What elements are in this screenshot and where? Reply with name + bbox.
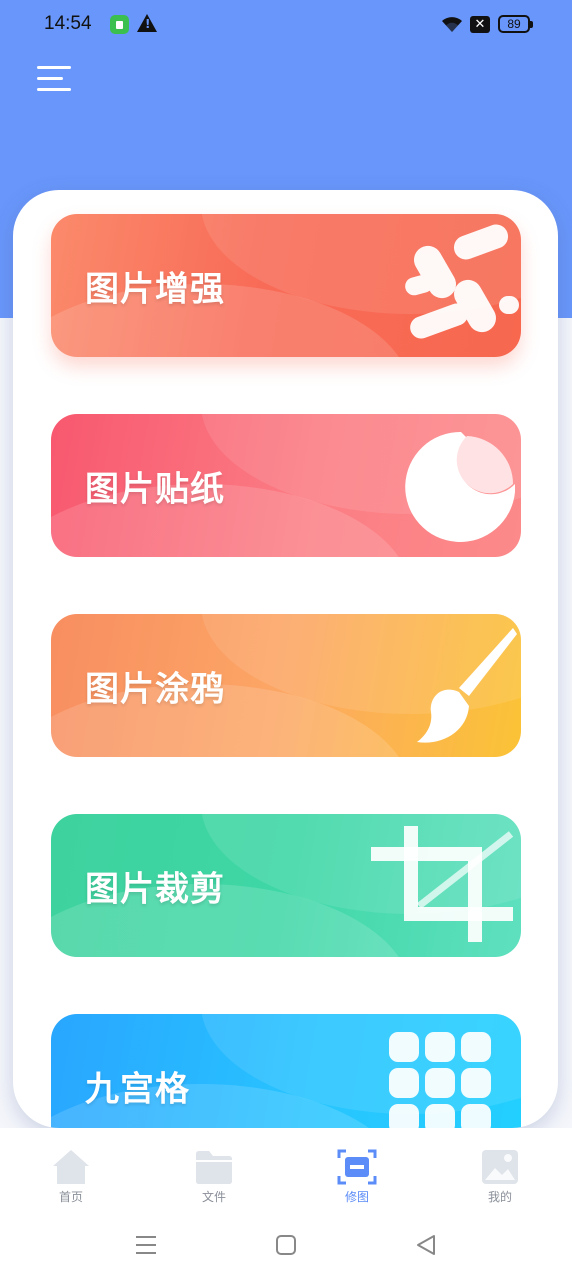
nav-home[interactable]: 首页 (21, 1128, 121, 1208)
nav-profile[interactable]: 我的 (450, 1128, 550, 1208)
nav-edit[interactable]: 修图 (307, 1128, 407, 1208)
nav-files[interactable]: 文件 (164, 1128, 264, 1208)
image-profile-icon (482, 1150, 518, 1184)
status-time: 14:54 (44, 13, 92, 34)
nav-label: 修图 (344, 1190, 369, 1204)
feature-ninegrid-button[interactable]: 九宫格 (51, 1014, 521, 1128)
wifi-icon (442, 17, 462, 32)
feature-label: 图片增强 (85, 269, 225, 309)
app-notification-icon (110, 15, 129, 34)
menu-line (37, 66, 71, 69)
folder-icon (196, 1151, 232, 1184)
warning-icon (137, 14, 157, 32)
system-navigation-bar (0, 1208, 572, 1280)
feature-label: 九宫格 (85, 1069, 190, 1109)
home-icon (53, 1150, 89, 1184)
feature-sticker-button[interactable]: 图片贴纸 (51, 414, 521, 557)
feature-label: 图片贴纸 (85, 469, 225, 509)
edit-scan-icon (337, 1149, 377, 1185)
nav-label: 首页 (58, 1190, 83, 1204)
sticker-peel-icon (405, 431, 515, 542)
nav-label: 我的 (487, 1190, 512, 1204)
magic-sparkle-icon (405, 224, 519, 339)
hamburger-menu-icon[interactable] (37, 66, 71, 94)
crop-icon (371, 826, 514, 942)
recents-icon[interactable] (131, 1230, 161, 1260)
feature-enhance-button[interactable]: 图片增强 (51, 214, 521, 357)
paint-brush-icon (417, 628, 517, 743)
menu-line (37, 77, 63, 80)
nine-grid-icon (389, 1032, 491, 1128)
feature-crop-button[interactable]: 图片裁剪 (51, 814, 521, 957)
feature-doodle-button[interactable]: 图片涂鸦 (51, 614, 521, 757)
feature-card: 图片增强 图片贴纸 图片涂鸦 图片裁剪 九宫格 (13, 190, 558, 1128)
menu-line (37, 88, 71, 91)
nav-label: 文件 (201, 1190, 226, 1204)
signal-off-icon: ✕ (470, 16, 490, 33)
feature-label: 图片裁剪 (85, 869, 225, 909)
bottom-navigation: 首页 文件 修图 我的 (0, 1128, 572, 1208)
back-triangle-icon[interactable] (412, 1230, 442, 1260)
home-square-icon[interactable] (271, 1230, 301, 1260)
status-bar: 14:54 ✕ 89 (0, 0, 572, 52)
battery-icon: 89 (498, 15, 533, 33)
feature-label: 图片涂鸦 (85, 669, 225, 709)
